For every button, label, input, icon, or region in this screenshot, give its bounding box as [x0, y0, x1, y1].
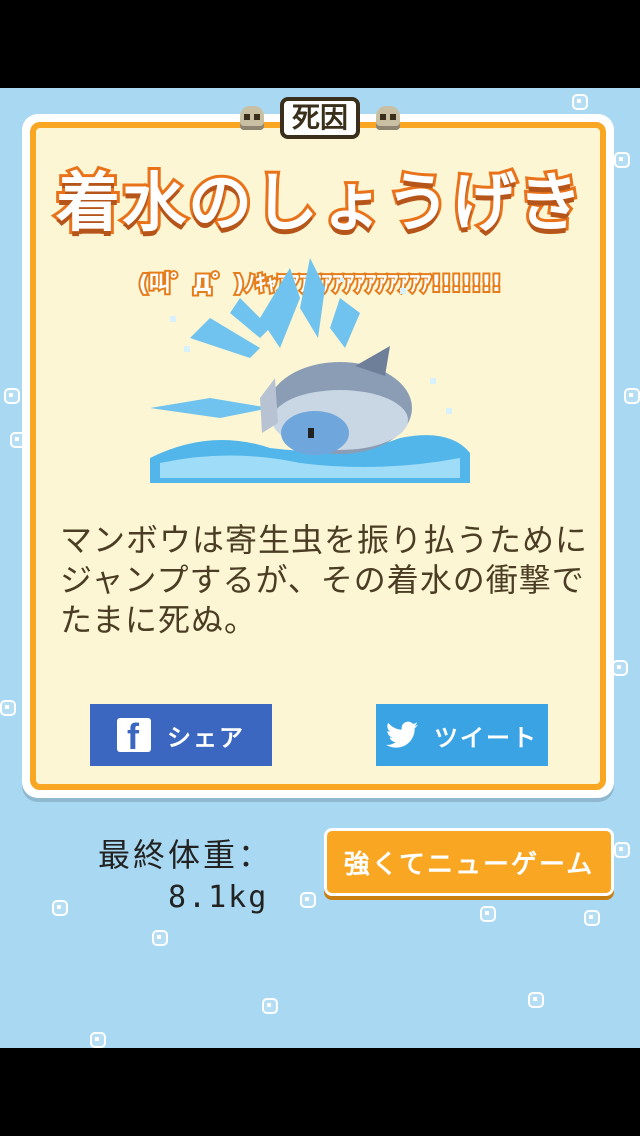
final-weight-label: 最終体重： [98, 836, 274, 874]
status-bar [0, 0, 640, 88]
cause-label: 死因 [279, 97, 360, 139]
bubble-icon [480, 906, 496, 922]
cause-header: 死因 [0, 97, 640, 139]
bottom-bar [0, 1048, 640, 1136]
facebook-share-button[interactable]: f シェア [90, 704, 272, 766]
game-screen: 死因 着水のしょうげき (叫゜Д゜)ﾉｷｬｱｱｱｱｱｱｱｱｱｱｱｱｱｱ!!!!!… [0, 88, 640, 1048]
bubble-icon [614, 842, 630, 858]
bubble-icon [152, 930, 168, 946]
bubble-icon [612, 660, 628, 676]
bubble-icon [528, 992, 544, 1008]
bubble-icon [52, 900, 68, 916]
sunfish-splash-illustration [150, 258, 470, 483]
twitter-tweet-button[interactable]: ツイート [376, 704, 548, 766]
skull-icon [376, 106, 400, 130]
bubble-icon [262, 998, 278, 1014]
bubble-icon [4, 388, 20, 404]
bubble-icon [584, 910, 600, 926]
bubble-icon [90, 1032, 106, 1048]
bubble-icon [624, 388, 640, 404]
twitter-bird-icon [386, 721, 418, 748]
bubble-icon [0, 700, 16, 716]
death-cause-title: 着水のしょうげき [53, 164, 585, 244]
new-game-plus-label: 強くてニューゲーム [343, 849, 595, 880]
final-weight-value: 8.1kg [168, 880, 269, 915]
death-description: マンボウは寄生虫を振り払うためにジャンプするが、その着水の衝撃でたまに死ぬ。 [60, 521, 589, 639]
new-game-plus-button[interactable]: 強くてニューゲーム [324, 828, 614, 896]
facebook-icon: f [117, 718, 151, 752]
bubble-icon [300, 892, 316, 908]
twitter-tweet-label: ツイート [434, 723, 538, 752]
facebook-share-label: シェア [167, 723, 245, 752]
skull-icon [239, 106, 264, 130]
